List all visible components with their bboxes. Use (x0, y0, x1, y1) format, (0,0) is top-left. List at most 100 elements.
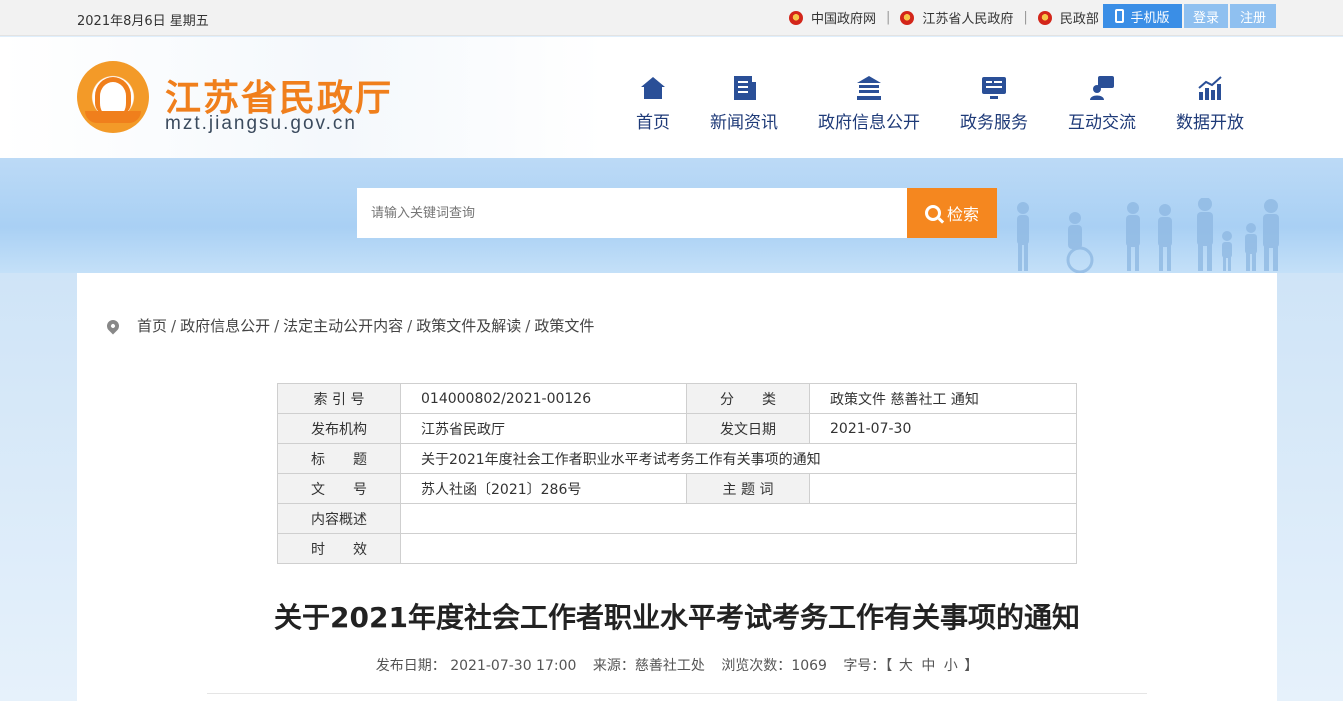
breadcrumb-separator: / (274, 316, 280, 335)
table-row: 内容概述 (277, 503, 1077, 534)
source-label: 来源： (592, 658, 635, 674)
nav-open-data-label: 数据开放 (1176, 113, 1244, 133)
index-label: 索 引 号 (277, 383, 401, 414)
link-mca-label: 民政部 (1059, 12, 1099, 27)
search-icon (924, 205, 941, 221)
doc-number-label: 文 号 (277, 473, 401, 504)
publish-date-label: 发布日期： (375, 658, 446, 674)
keywords-value (809, 473, 1077, 504)
publisher-label: 发布机构 (277, 413, 401, 444)
font-size-medium-button[interactable]: 中 (921, 658, 935, 674)
breadcrumb-item-policy-interpretation[interactable]: 政策文件及解读 (416, 315, 521, 336)
category-label: 分 类 (686, 383, 810, 414)
publisher-value: 江苏省民政厅 (400, 413, 687, 444)
link-gov-cn[interactable]: 中国政府网 (789, 8, 876, 27)
breadcrumb-item-home[interactable]: 首页 (137, 315, 167, 336)
nav-gov-service-label: 政务服务 (960, 113, 1028, 133)
views-value: 1069 (791, 658, 827, 674)
nav-interaction[interactable]: 互动交流 (1068, 74, 1136, 133)
document-meta-table: 索 引 号 014000802/2021-00126 分 类 政策文件 慈善社工… (277, 383, 1077, 564)
source: 来源：慈善社工处 (593, 658, 705, 674)
publish-date: 发布日期： 2021-07-30 17:00 (376, 658, 577, 674)
national-emblem-icon (1037, 10, 1052, 25)
breadcrumb-separator: / (525, 316, 531, 335)
category-value: 政策文件 慈善社工 通知 (809, 383, 1077, 414)
nav-gov-info[interactable]: 政府信息公开 (818, 74, 920, 133)
breadcrumb-separator: / (407, 316, 413, 335)
top-bar: 2021年8月6日 星期五 中国政府网 | 江苏省人民政府 | 民政部 手机版 … (0, 0, 1343, 36)
nav-interaction-label: 互动交流 (1068, 113, 1136, 133)
nav-gov-service[interactable]: 政务服务 (960, 74, 1028, 133)
table-row: 发布机构 江苏省民政厅 发文日期 2021-07-30 (277, 413, 1077, 444)
login-button[interactable]: 登录 (1184, 4, 1228, 28)
search-button-label: 检索 (946, 205, 979, 224)
home-icon (641, 77, 665, 99)
summary-value (400, 503, 1077, 534)
validity-value (400, 533, 1077, 564)
font-size-large-button[interactable]: 大 (899, 658, 913, 674)
nav-gov-info-label: 政府信息公开 (818, 113, 920, 133)
site-header: 江苏省民政厅 mzt.jiangsu.gov.cn 首页 新闻资讯 政府信息公开… (0, 37, 1343, 158)
monitor-icon (982, 77, 1006, 99)
issue-date-value: 2021-07-30 (809, 413, 1077, 444)
content-panel: 首页 / 政府信息公开 / 法定主动公开内容 / 政策文件及解读 / 政策文件 … (77, 273, 1277, 701)
mobile-version-button[interactable]: 手机版 (1103, 4, 1182, 28)
site-url: mzt.jiangsu.gov.cn (165, 113, 357, 134)
location-pin-icon (104, 317, 122, 334)
table-row: 索 引 号 014000802/2021-00126 分 类 政策文件 慈善社工… (277, 383, 1077, 414)
link-gov-cn-label: 中国政府网 (811, 12, 877, 27)
divider: | (886, 10, 891, 25)
building-icon (857, 76, 881, 100)
current-date: 2021年8月6日 星期五 (77, 14, 209, 29)
search-button[interactable]: 检索 (907, 188, 997, 238)
font-size-switcher: 字号：【 大 中 小 】 (843, 658, 979, 674)
article-meta: 发布日期： 2021-07-30 17:00 来源：慈善社工处 浏览次数：106… (77, 655, 1277, 675)
link-jiangsu-gov[interactable]: 江苏省人民政府 (900, 8, 1013, 27)
national-emblem-icon (900, 10, 915, 25)
divider: | (1023, 10, 1028, 25)
table-row: 标 题 关于2021年度社会工作者职业水平考试考务工作有关事项的通知 (277, 443, 1077, 474)
mobile-version-label: 手机版 (1130, 10, 1170, 26)
breadcrumb-separator: / (171, 316, 177, 335)
validity-label: 时 效 (277, 533, 401, 564)
table-row: 时 效 (277, 533, 1077, 564)
site-logo-icon[interactable] (77, 61, 149, 133)
nav-open-data[interactable]: 数据开放 (1176, 74, 1244, 133)
phone-icon (1115, 9, 1125, 23)
breadcrumb-item-gov-info[interactable]: 政府信息公开 (180, 315, 270, 336)
divider (207, 693, 1147, 694)
font-size-small-button[interactable]: 小 (944, 658, 958, 674)
breadcrumb-item-policy-docs[interactable]: 政策文件 (534, 315, 594, 336)
search-banner: 检索 (0, 158, 1343, 273)
nav-home-label: 首页 (636, 113, 670, 133)
link-mca[interactable]: 民政部 (1037, 8, 1099, 27)
title-value: 关于2021年度社会工作者职业水平考试考务工作有关事项的通知 (400, 443, 1077, 474)
breadcrumb: 首页 / 政府信息公开 / 法定主动公开内容 / 政策文件及解读 / 政策文件 (104, 315, 594, 336)
nav-news-label: 新闻资讯 (710, 113, 778, 133)
chart-icon (1198, 76, 1222, 100)
breadcrumb-item-statutory[interactable]: 法定主动公开内容 (283, 315, 403, 336)
summary-label: 内容概述 (277, 503, 401, 534)
nav-news[interactable]: 新闻资讯 (710, 74, 778, 133)
publish-date-value: 2021-07-30 17:00 (450, 658, 577, 674)
issue-date-label: 发文日期 (686, 413, 810, 444)
keywords-label: 主 题 词 (686, 473, 810, 504)
search-input[interactable] (357, 188, 907, 238)
news-icon (734, 76, 756, 100)
national-emblem-icon (789, 10, 803, 25)
font-size-label: 字号： (843, 658, 886, 674)
people-silhouette-icon (1017, 198, 1279, 273)
chat-icon (1090, 76, 1114, 100)
nav-home[interactable]: 首页 (636, 74, 670, 133)
source-value: 慈善社工处 (634, 658, 705, 674)
doc-number-value: 苏人社函〔2021〕286号 (400, 473, 687, 504)
index-value: 014000802/2021-00126 (400, 383, 687, 414)
views-label: 浏览次数： (721, 658, 792, 674)
title-label: 标 题 (277, 443, 401, 474)
article-title: 关于2021年度社会工作者职业水平考试考务工作有关事项的通知 (274, 601, 1080, 634)
top-links: 中国政府网 | 江苏省人民政府 | 民政部 (789, 8, 1099, 27)
link-jiangsu-gov-label: 江苏省人民政府 (922, 12, 1014, 27)
views: 浏览次数：1069 (721, 658, 827, 674)
register-button[interactable]: 注册 (1230, 4, 1276, 28)
table-row: 文 号 苏人社函〔2021〕286号 主 题 词 (277, 473, 1077, 504)
